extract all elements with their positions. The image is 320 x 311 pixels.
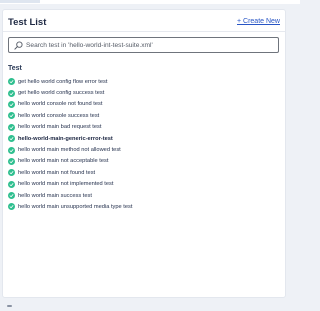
test-name: get hello world config flow error test [18, 78, 108, 85]
passed-status-icon [8, 135, 15, 143]
test-name: hello world main bad request test [18, 124, 102, 131]
test-item[interactable]: hello world console not found test [8, 99, 283, 110]
test-item[interactable]: hello world main method not allowed test [8, 144, 283, 155]
search-box[interactable] [8, 37, 279, 53]
section-label: Test [8, 65, 22, 72]
test-list: get hello world config flow error test ge… [8, 76, 283, 213]
test-name: hello world main not implemented test [18, 181, 114, 188]
passed-status-icon [8, 78, 15, 86]
test-item[interactable]: hello world main success test [8, 190, 283, 201]
panel-header: Test List + Create New [3, 10, 285, 32]
passed-status-icon [8, 203, 15, 211]
top-tab-accent [0, 0, 40, 3]
test-name: hello world console not found test [18, 101, 103, 108]
search-icon [12, 38, 24, 52]
passed-status-icon [8, 123, 15, 131]
test-name: hello world main not acceptable test [18, 158, 109, 165]
test-item[interactable]: hello world main not found test [8, 167, 283, 178]
test-item[interactable]: get hello world config success test [8, 87, 283, 98]
test-name: hello world console success test [18, 112, 100, 119]
test-item[interactable]: get hello world config flow error test [8, 76, 283, 87]
passed-status-icon [8, 146, 15, 154]
passed-status-icon [8, 112, 15, 120]
test-name: hello-world-main-generic-error-test [18, 135, 113, 142]
passed-status-icon [8, 180, 15, 188]
test-item[interactable]: hello world main not implemented test [8, 179, 283, 190]
test-name: get hello world config success test [18, 90, 105, 97]
test-name: hello world main unsupported media type … [18, 203, 133, 210]
passed-status-icon [8, 100, 15, 108]
test-name: hello world main success test [18, 192, 92, 199]
test-item[interactable]: hello world console success test [8, 110, 283, 121]
footer-mark [7, 305, 12, 307]
search-input[interactable] [24, 39, 274, 51]
passed-status-icon [8, 169, 15, 177]
test-item[interactable]: hello-world-main-generic-error-test [8, 133, 283, 144]
test-name: hello world main method not allowed test [18, 147, 121, 154]
create-new-link[interactable]: + Create New [237, 18, 280, 25]
test-item[interactable]: hello world main not acceptable test [8, 156, 283, 167]
passed-status-icon [8, 89, 15, 97]
test-item[interactable]: hello world main unsupported media type … [8, 201, 283, 212]
passed-status-icon [8, 157, 15, 165]
test-name: hello world main not found test [18, 169, 96, 176]
panel-title: Test List [8, 17, 47, 28]
test-list-panel: Test List + Create New Test get hello wo… [2, 9, 286, 298]
passed-status-icon [8, 192, 15, 200]
test-item[interactable]: hello world main bad request test [8, 122, 283, 133]
top-strip [0, 0, 300, 4]
